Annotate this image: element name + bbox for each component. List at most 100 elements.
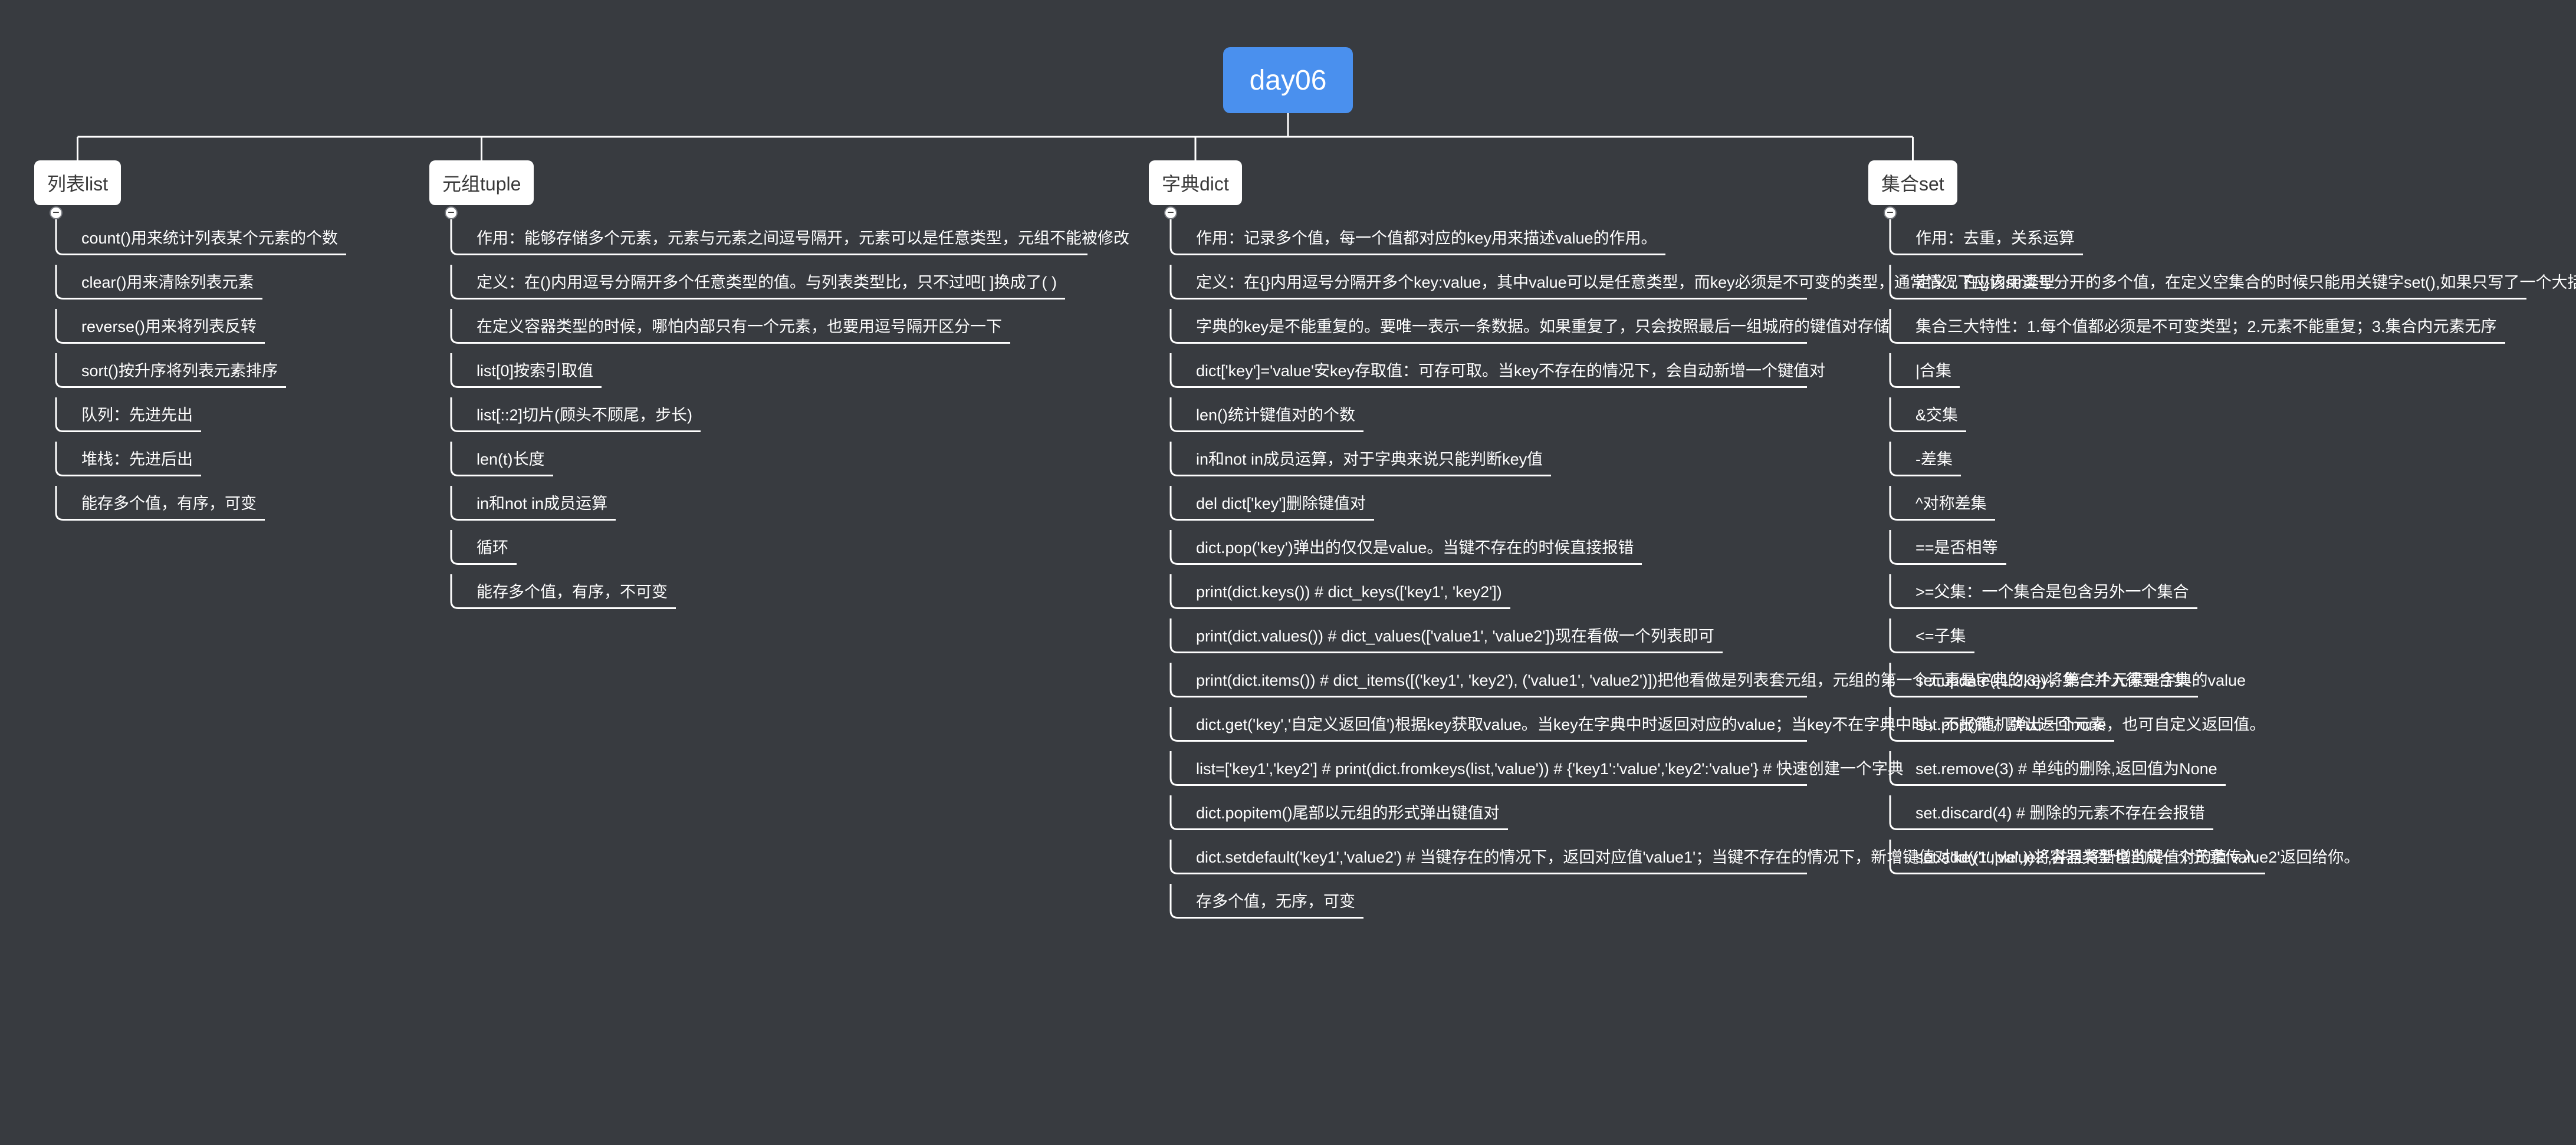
list-item[interactable]: 作用：能够存储多个元素，元素与元素之间逗号隔开，元素可以是任意类型，元组不能被修… [468, 226, 1129, 255]
collapse-toggle-icon[interactable]: − [445, 206, 458, 219]
leaf-connector [450, 530, 468, 565]
list-item[interactable]: in和not in成员运算 [468, 492, 616, 521]
list-item[interactable]: print(dict.items()) # dict_items([('key1… [1188, 669, 2246, 697]
connector-lines [55, 113, 1914, 919]
leaf-connector [1169, 707, 1188, 742]
list-item[interactable]: ^对称差集 [1907, 492, 1995, 521]
list-item[interactable]: list=['key1','key2'] # print(dict.fromke… [1188, 757, 1904, 786]
list-item[interactable]: 堆栈：先进后出 [73, 448, 201, 476]
branch-topic-dict[interactable]: 字典dict [1149, 160, 1242, 205]
list-item[interactable]: >=父集：一个集合是包含另外一个集合 [1907, 580, 2197, 609]
leaf-connector [1889, 221, 1907, 255]
leaf-connector [1169, 221, 1188, 255]
list-item[interactable]: dict.get('key','自定义返回值')根据key获取value。当ke… [1188, 713, 2265, 742]
list-item[interactable]: 存多个值，无序，可变 [1188, 890, 1363, 919]
leaf-connector [450, 221, 468, 255]
leaf-connector [450, 397, 468, 432]
list-item[interactable]: dict.setdefault('key1','value2') # 当键存在的… [1188, 845, 2360, 874]
leaf-connector [450, 574, 468, 609]
list-item[interactable]: dict['key']='value'安key存取值：可存可取。当key不存在的… [1188, 359, 1825, 388]
leaf-connector [55, 221, 73, 255]
list-item[interactable]: ==是否相等 [1907, 536, 2006, 565]
leaf-connector [450, 353, 468, 388]
list-item[interactable]: 字典的key是不能重复的。要唯一表示一条数据。如果重复了，只会按照最后一组城府的… [1188, 315, 1890, 344]
leaf-connector [1889, 486, 1907, 521]
leaf-connector [1169, 884, 1188, 919]
leaf-connector [1169, 309, 1188, 344]
branch-topic-set[interactable]: 集合set [1868, 160, 1957, 205]
leaf-connector [1169, 751, 1188, 786]
list-item[interactable]: sort()按升序将列表元素排序 [73, 359, 286, 388]
leaf-connector [55, 309, 73, 344]
leaf-connector [1169, 795, 1188, 830]
leaf-connector [1169, 353, 1188, 388]
list-item[interactable]: 能存多个值，有序，不可变 [468, 580, 676, 609]
leaf-connector [55, 397, 73, 432]
leaf-connector [1169, 397, 1188, 432]
leaf-connector [55, 265, 73, 300]
list-item[interactable]: &交集 [1907, 403, 1967, 432]
leaf-connector [1889, 442, 1907, 476]
list-item[interactable]: |合集 [1907, 359, 1960, 388]
list-item[interactable]: del dict['key']删除键值对 [1188, 492, 1374, 521]
leaf-connector [1889, 795, 1907, 830]
list-item[interactable]: 循环 [468, 536, 517, 565]
root-topic[interactable]: day06 [1223, 47, 1353, 113]
leaf-connector [450, 442, 468, 476]
list-item[interactable]: 定义：在()内用逗号分隔开多个任意类型的值。与列表类型比，只不过吧[ ]换成了(… [468, 271, 1065, 300]
leaf-connector [450, 309, 468, 344]
list-item[interactable]: set.discard(4) # 删除的元素不存在会报错 [1907, 801, 2213, 830]
leaf-connector [1169, 574, 1188, 609]
leaf-connector [1889, 353, 1907, 388]
list-item[interactable]: print(dict.values()) # dict_values(['val… [1188, 624, 1723, 653]
leaf-connector [1889, 309, 1907, 344]
list-item[interactable]: -差集 [1907, 448, 1961, 476]
list-item[interactable]: clear()用来清除列表元素 [73, 271, 262, 300]
list-item[interactable]: <=子集 [1907, 624, 1974, 653]
leaf-connector [55, 442, 73, 476]
list-item[interactable]: len(t)长度 [468, 448, 553, 476]
leaf-connector [55, 486, 73, 521]
list-item[interactable]: print(dict.keys()) # dict_keys(['key1', … [1188, 580, 1510, 609]
list-item[interactable]: len()统计键值对的个数 [1188, 403, 1364, 432]
leaf-connector [450, 265, 468, 300]
collapse-toggle-icon[interactable]: − [1884, 206, 1897, 219]
list-item[interactable]: reverse()用来将列表反转 [73, 315, 265, 344]
list-item[interactable]: 集合三大特性：1.每个值都必须是不可变类型；2.元素不能重复；3.集合内元素无序 [1907, 315, 2505, 344]
leaf-connector [1169, 486, 1188, 521]
branch-topic-tuple[interactable]: 元组tuple [429, 160, 534, 205]
leaf-connector [1169, 442, 1188, 476]
leaf-connector [1889, 618, 1907, 653]
list-item[interactable]: 作用：去重，关系运算 [1907, 226, 2083, 255]
list-item[interactable]: in和not in成员运算，对于字典来说只能判断key值 [1188, 448, 1552, 476]
mind-map-canvas: day06 列表list − count()用来统计列表某个元素的个数 clea… [0, 0, 2576, 1145]
list-item[interactable]: 作用：记录多个值，每一个值都对应的key用来描述value的作用。 [1188, 226, 1665, 255]
list-item[interactable]: dict.pop('key')弹出的仅仅是value。当键不存在的时候直接报错 [1188, 536, 1642, 565]
leaf-connector [1889, 397, 1907, 432]
leaf-connector [450, 486, 468, 521]
leaf-connector [55, 353, 73, 388]
list-item[interactable]: 定义：在{}内用逗号分隔开多个key:value，其中value可以是任意类型，… [1188, 271, 2055, 300]
list-item[interactable]: 定义：在{}内用逗号分开的多个值，在定义空集合的时候只能用关键字set(),如果… [1907, 271, 2576, 300]
branch-topic-list[interactable]: 列表list [34, 160, 121, 205]
collapse-toggle-icon[interactable]: − [50, 206, 63, 219]
list-item[interactable]: count()用来统计列表某个元素的个数 [73, 226, 347, 255]
leaf-connector [1889, 574, 1907, 609]
list-item[interactable]: list[::2]切片(顾头不顾尾，步长) [468, 403, 701, 432]
leaf-connector [1169, 840, 1188, 874]
list-item[interactable]: 能存多个值，有序，可变 [73, 492, 265, 521]
leaf-connector [1169, 530, 1188, 565]
leaf-connector [1169, 618, 1188, 653]
list-item[interactable]: dict.popitem()尾部以元组的形式弹出键值对 [1188, 801, 1508, 830]
collapse-toggle-icon[interactable]: − [1164, 206, 1177, 219]
list-item[interactable]: 队列：先进先出 [73, 403, 201, 432]
leaf-connector [1169, 663, 1188, 697]
list-item[interactable]: set.pop()随机弹出一个元素 [1907, 713, 2114, 742]
list-item[interactable]: set.remove(3) # 单纯的删除,返回值为None [1907, 757, 2226, 786]
list-item[interactable]: set.add(('tuple',))将容器类型也当成一个元素传入 [1907, 845, 2265, 874]
list-item[interactable]: set.update({1,2,3})将集合并入得到合集 [1907, 669, 2199, 697]
list-item[interactable]: 在定义容器类型的时候，哪怕内部只有一个元素，也要用逗号隔开区分一下 [468, 315, 1010, 344]
leaf-connector [1169, 265, 1188, 300]
leaf-connector [1889, 530, 1907, 565]
list-item[interactable]: list[0]按索引取值 [468, 359, 602, 388]
